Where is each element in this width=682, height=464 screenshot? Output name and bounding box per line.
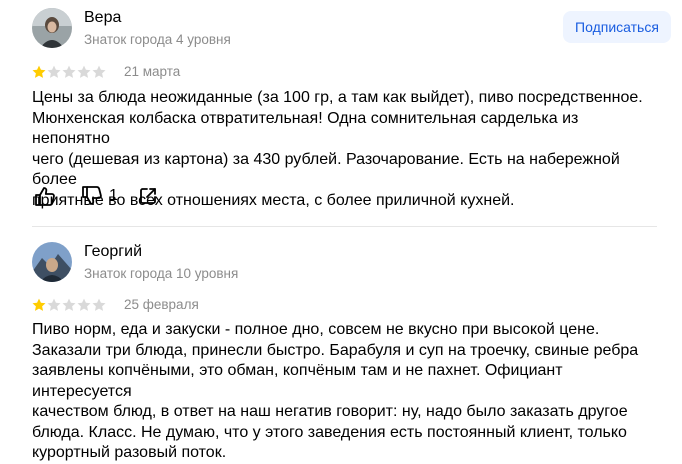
review-text-line: Пиво норм, еда и закуски - полное дно, с… [32, 321, 600, 338]
star-empty-icon [92, 65, 106, 78]
share-icon [140, 188, 156, 204]
like-button[interactable] [34, 185, 56, 207]
dislike-count: 1 [109, 187, 118, 204]
star-empty-icon [77, 298, 91, 311]
review-text-line: качеством блюд, в ответ на наш негатив г… [32, 403, 628, 420]
review-text-line: Мюнхенская колбаска отвратительная! Одна… [32, 109, 579, 148]
rating-stars [32, 298, 106, 312]
avatar[interactable] [32, 8, 72, 48]
author-level: Знаток города 4 уровня [84, 32, 231, 47]
review-date: 25 февраля [124, 297, 199, 312]
review-text: Пиво норм, еда и закуски - полное дно, с… [32, 320, 657, 464]
review-text-line: Заказали три блюда, принесли быстро. Бар… [32, 341, 639, 359]
review-text-line: заявлены копчёными, это обман, копчёным … [32, 362, 563, 400]
review-actions: 1 [32, 184, 158, 208]
review-date: 21 марта [124, 64, 181, 79]
thumbs-down-icon [82, 186, 102, 205]
subscribe-button[interactable]: Подписаться [563, 11, 671, 43]
rating-stars [32, 65, 106, 79]
star-filled-icon [32, 65, 46, 78]
review-divider [32, 226, 657, 227]
thumbs-up-icon [35, 187, 55, 206]
star-empty-icon [62, 298, 76, 311]
share-button[interactable] [138, 186, 158, 206]
star-empty-icon [47, 298, 61, 311]
star-empty-icon [77, 65, 91, 78]
author-name[interactable]: Георгий [84, 243, 142, 261]
star-empty-icon [92, 298, 106, 311]
review-text-line: Цены за блюда неожиданные (за 100 гр, а … [32, 89, 643, 106]
dislike-button[interactable]: 1 [81, 185, 118, 207]
avatar[interactable] [32, 242, 72, 282]
star-empty-icon [47, 65, 61, 78]
star-empty-icon [62, 65, 76, 78]
review-text-line: курортный разовый поток. [32, 444, 227, 461]
author-name[interactable]: Вера [84, 9, 121, 27]
author-level: Знаток города 10 уровня [84, 266, 239, 281]
star-filled-icon [32, 298, 46, 311]
review-text-line: блюда. Класс. Не думаю, что у этого заве… [32, 423, 627, 441]
